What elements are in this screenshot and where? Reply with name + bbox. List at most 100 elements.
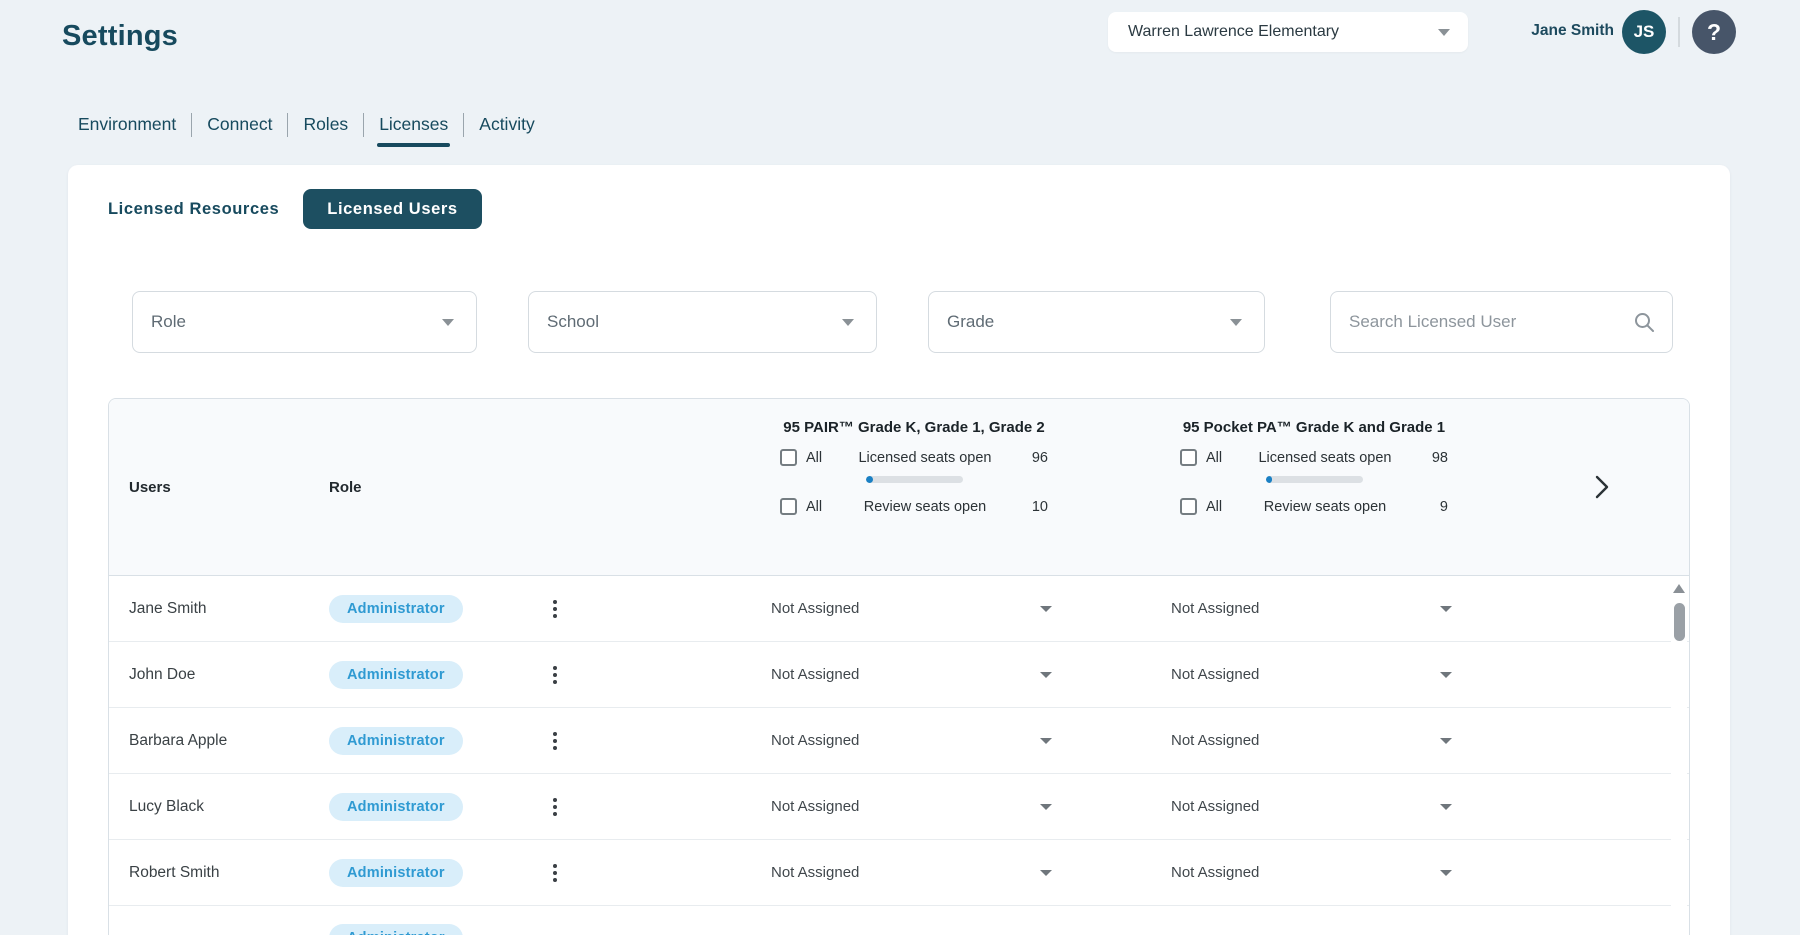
licensed-resources-button[interactable]: Licensed Resources: [108, 200, 299, 219]
school-filter[interactable]: School: [528, 291, 877, 353]
license-2-progress-fill: [1265, 476, 1272, 483]
tab-licenses[interactable]: Licenses: [377, 114, 451, 147]
license-2-assignment-select[interactable]: Not Assigned: [1114, 840, 1514, 905]
assignment-value: Not Assigned: [771, 732, 860, 749]
license-1-assignment-select[interactable]: Not Assigned: [714, 708, 1114, 773]
license-column-header-1: 95 PAIR™ Grade K, Grade 1, Grade 2 All L…: [714, 399, 1114, 575]
scroll-up-icon: [1673, 584, 1685, 593]
tab-separator: [287, 113, 289, 137]
table-body: Jane Smith Administrator Not Assigned No…: [109, 576, 1689, 935]
license-1-title: 95 PAIR™ Grade K, Grade 1, Grade 2: [783, 419, 1045, 436]
tab-connect[interactable]: Connect: [207, 114, 272, 147]
license-2-assignment-select[interactable]: Not Assigned: [1114, 576, 1514, 641]
school-filter-label: School: [547, 312, 599, 331]
table-scrollbar: [1671, 580, 1687, 935]
licensed-users-button[interactable]: Licensed Users: [303, 189, 482, 229]
licensed-users-table: Users Role 95 PAIR™ Grade K, Grade 1, Gr…: [108, 398, 1690, 935]
view-toggle: Licensed Resources Licensed Users: [108, 189, 1690, 229]
role-filter[interactable]: Role: [132, 291, 477, 353]
table-row: Robert Smith Administrator Not Assigned …: [109, 840, 1689, 906]
tab-separator: [191, 113, 193, 137]
license-2-assignment-select[interactable]: Not Assigned: [1114, 774, 1514, 839]
grade-filter[interactable]: Grade: [928, 291, 1265, 353]
license-1-licensed-all-checkbox[interactable]: [780, 449, 797, 466]
chevron-down-icon: [1040, 737, 1052, 744]
user-name-cell: John Doe: [129, 665, 196, 683]
user-name-cell: Lucy Black: [129, 797, 204, 815]
column-header-actions: [481, 399, 714, 575]
all-label: All: [1206, 498, 1223, 515]
role-badge: Administrator: [329, 660, 463, 689]
role-badge: Administrator: [329, 726, 463, 755]
tab-activity[interactable]: Activity: [479, 114, 534, 147]
assignment-value: Not Assigned: [771, 666, 860, 683]
help-button[interactable]: ?: [1692, 10, 1736, 54]
kebab-menu-icon: [553, 731, 557, 736]
tab-environment[interactable]: Environment: [78, 114, 176, 147]
license-1-assignment-select[interactable]: Not Assigned: [714, 642, 1114, 707]
license-2-assignment-select[interactable]: Not Assigned: [1114, 708, 1514, 773]
avatar[interactable]: JS: [1622, 10, 1666, 54]
topbar-divider: [1678, 17, 1680, 47]
chevron-down-icon: [1440, 671, 1452, 678]
column-header-users: Users: [129, 478, 171, 496]
search-input[interactable]: [1349, 312, 1632, 332]
license-1-assignment-select[interactable]: Not Assigned: [714, 840, 1114, 905]
next-licenses-button[interactable]: [1587, 468, 1617, 506]
license-2-review-seats: All Review seats open 9: [1180, 498, 1448, 515]
user-name-cell: Barbara Apple: [129, 731, 228, 749]
row-menu-button[interactable]: [543, 727, 567, 755]
chevron-down-icon: [1040, 803, 1052, 810]
search-icon: [1635, 313, 1654, 332]
chevron-down-icon: [1438, 28, 1450, 36]
table-row: John Doe Administrator Not Assigned Not …: [109, 642, 1689, 708]
user-name-cell: Jane Smith: [129, 599, 207, 617]
license-2-assignment-select[interactable]: Not Assigned: [1114, 642, 1514, 707]
kebab-menu-icon: [553, 665, 557, 670]
role-badge: Administrator: [329, 594, 463, 623]
licensed-seats-open-value: 96: [1031, 449, 1048, 466]
licenses-panel: Licensed Resources Licensed Users Role S…: [68, 165, 1730, 935]
license-1-review-all-checkbox[interactable]: [780, 498, 797, 515]
role-badge: Administrator: [329, 924, 463, 935]
assignment-value: Not Assigned: [771, 798, 860, 815]
license-1-review-seats: All Review seats open 10: [780, 498, 1048, 515]
row-menu-button[interactable]: [543, 661, 567, 689]
school-selector[interactable]: Warren Lawrence Elementary: [1108, 12, 1468, 52]
license-1-assignment-select[interactable]: Not Assigned: [714, 774, 1114, 839]
scrollbar-thumb[interactable]: [1673, 603, 1685, 641]
assignment-value: Not Assigned: [771, 864, 860, 881]
table-header: Users Role 95 PAIR™ Grade K, Grade 1, Gr…: [109, 399, 1689, 576]
tab-roles[interactable]: Roles: [303, 114, 348, 147]
license-1-assignment-select[interactable]: Not Assigned: [714, 576, 1114, 641]
row-menu-button[interactable]: [543, 595, 567, 623]
user-name-cell: Robert Smith: [129, 863, 220, 881]
row-menu-button[interactable]: [543, 793, 567, 821]
license-1-licensed-seats: All Licensed seats open 96: [780, 449, 1048, 466]
chevron-down-icon: [842, 318, 854, 326]
help-icon: ?: [1706, 18, 1722, 45]
user-name: Jane Smith: [1531, 22, 1614, 39]
chevron-down-icon: [1040, 869, 1052, 876]
chevron-down-icon: [1440, 869, 1452, 876]
chevron-down-icon: [442, 318, 454, 326]
license-2-review-all-checkbox[interactable]: [1180, 498, 1197, 515]
top-bar: Settings Warren Lawrence Elementary Jane…: [0, 0, 1800, 64]
review-seats-open-value: 9: [1439, 498, 1448, 515]
license-1-progress-fill: [865, 476, 874, 483]
assignment-value: Not Assigned: [771, 600, 860, 617]
all-label: All: [806, 449, 823, 466]
all-label: All: [1206, 449, 1223, 466]
scroll-up-button[interactable]: [1671, 580, 1687, 597]
assignment-value: Not Assigned: [1171, 798, 1260, 815]
chevron-down-icon: [1040, 605, 1052, 612]
table-row: Barbara Apple Administrator Not Assigned…: [109, 708, 1689, 774]
settings-tabs: Environment Connect Roles Licenses Activ…: [78, 113, 550, 147]
kebab-menu-icon: [553, 797, 557, 802]
license-2-licensed-all-checkbox[interactable]: [1180, 449, 1197, 466]
license-2-licensed-seats: All Licensed seats open 98: [1180, 449, 1448, 466]
row-menu-button[interactable]: [543, 859, 567, 887]
licensed-seats-open-label: Licensed seats open: [858, 449, 992, 466]
tab-separator: [363, 113, 365, 137]
role-badge: Administrator: [329, 858, 463, 887]
